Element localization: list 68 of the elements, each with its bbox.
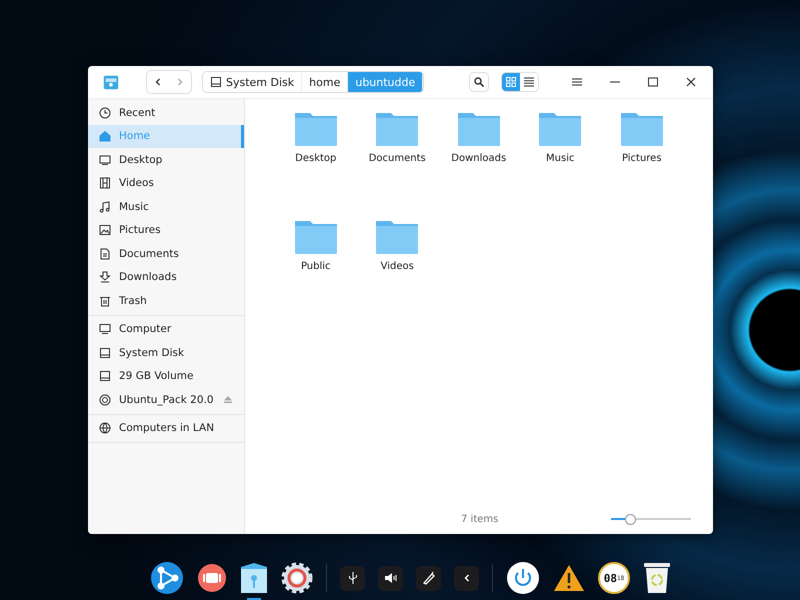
slider-thumb[interactable]	[625, 514, 636, 524]
folder-item[interactable]: Videos	[356, 219, 438, 327]
file-manager-icon	[102, 73, 120, 91]
running-indicator	[247, 598, 261, 600]
back-icon	[153, 77, 163, 87]
list-icon	[523, 76, 535, 88]
music-icon	[99, 200, 111, 213]
menu-icon	[571, 76, 583, 88]
search-button[interactable]	[469, 72, 489, 92]
sidebar-item[interactable]: Trash	[88, 289, 244, 312]
collapse-tray-button[interactable]	[454, 566, 479, 590]
settings-icon[interactable]	[281, 562, 313, 594]
sidebar-item[interactable]: System Disk	[88, 341, 244, 364]
folder-icon	[538, 111, 582, 147]
volume-tray-button[interactable]	[378, 566, 403, 590]
home-icon	[99, 130, 111, 142]
pen-icon	[422, 571, 436, 585]
folder-icon	[294, 219, 338, 255]
sidebar-item[interactable]: Recent	[88, 101, 244, 124]
recent-icon	[99, 106, 111, 119]
sidebar-item[interactable]: Music	[88, 195, 244, 218]
sidebar-item[interactable]: Computers in LAN	[88, 416, 244, 440]
trash-icon	[99, 294, 111, 307]
desktop-icon	[99, 154, 111, 166]
forward-icon	[175, 77, 185, 87]
folder-icon	[620, 111, 664, 147]
folder-item[interactable]: Pictures	[601, 111, 682, 219]
sidebar-item[interactable]: Videos	[88, 172, 244, 195]
folder-icon	[375, 219, 420, 255]
file-manager-icon[interactable]	[240, 562, 268, 594]
computer-icon	[99, 323, 111, 336]
item-count: 7 items	[461, 514, 500, 524]
zoom-slider[interactable]	[611, 512, 691, 526]
usb-icon	[346, 571, 358, 585]
volume-icon	[384, 572, 398, 584]
network-icon	[99, 422, 111, 434]
warning-icon[interactable]	[553, 564, 585, 592]
power-icon[interactable]	[506, 561, 540, 595]
pen-tray-button[interactable]	[416, 566, 441, 590]
folder-item[interactable]: Music	[520, 111, 601, 219]
sidebar-item[interactable]: 29 GB Volume	[88, 364, 244, 388]
media-app-icon[interactable]	[197, 563, 227, 593]
usb-tray-button[interactable]	[340, 566, 365, 590]
folder-item[interactable]: Documents	[356, 111, 438, 219]
sidebar-item[interactable]: Documents	[88, 242, 244, 266]
sidebar-item[interactable]: Pictures	[88, 218, 244, 242]
pictures-icon	[99, 224, 111, 236]
disc-icon	[99, 394, 111, 406]
trash-icon[interactable]	[643, 562, 671, 594]
folder-item[interactable]: Desktop	[275, 111, 356, 219]
folder-item[interactable]: Downloads	[438, 111, 520, 219]
folder-icon	[375, 111, 420, 147]
search-icon	[473, 76, 485, 88]
folder-icon	[456, 111, 501, 147]
breadcrumb[interactable]: System Disk	[203, 72, 302, 92]
close-icon	[685, 76, 697, 88]
sidebar-item[interactable]: Downloads	[88, 266, 244, 289]
maximize-icon	[647, 76, 659, 88]
downloads-icon	[99, 271, 111, 284]
sidebar-item[interactable]: Computer	[88, 318, 244, 341]
videos-icon	[99, 177, 111, 190]
documents-icon	[99, 248, 111, 260]
grid-icon	[505, 76, 517, 88]
sidebar-item[interactable]: Ubuntu_Pack 20.0	[88, 388, 244, 412]
share-app-icon[interactable]	[150, 561, 184, 595]
folder-icon	[294, 111, 338, 147]
folder-item[interactable]: Public	[275, 219, 356, 327]
sidebar-item[interactable]: Desktop	[88, 148, 244, 172]
